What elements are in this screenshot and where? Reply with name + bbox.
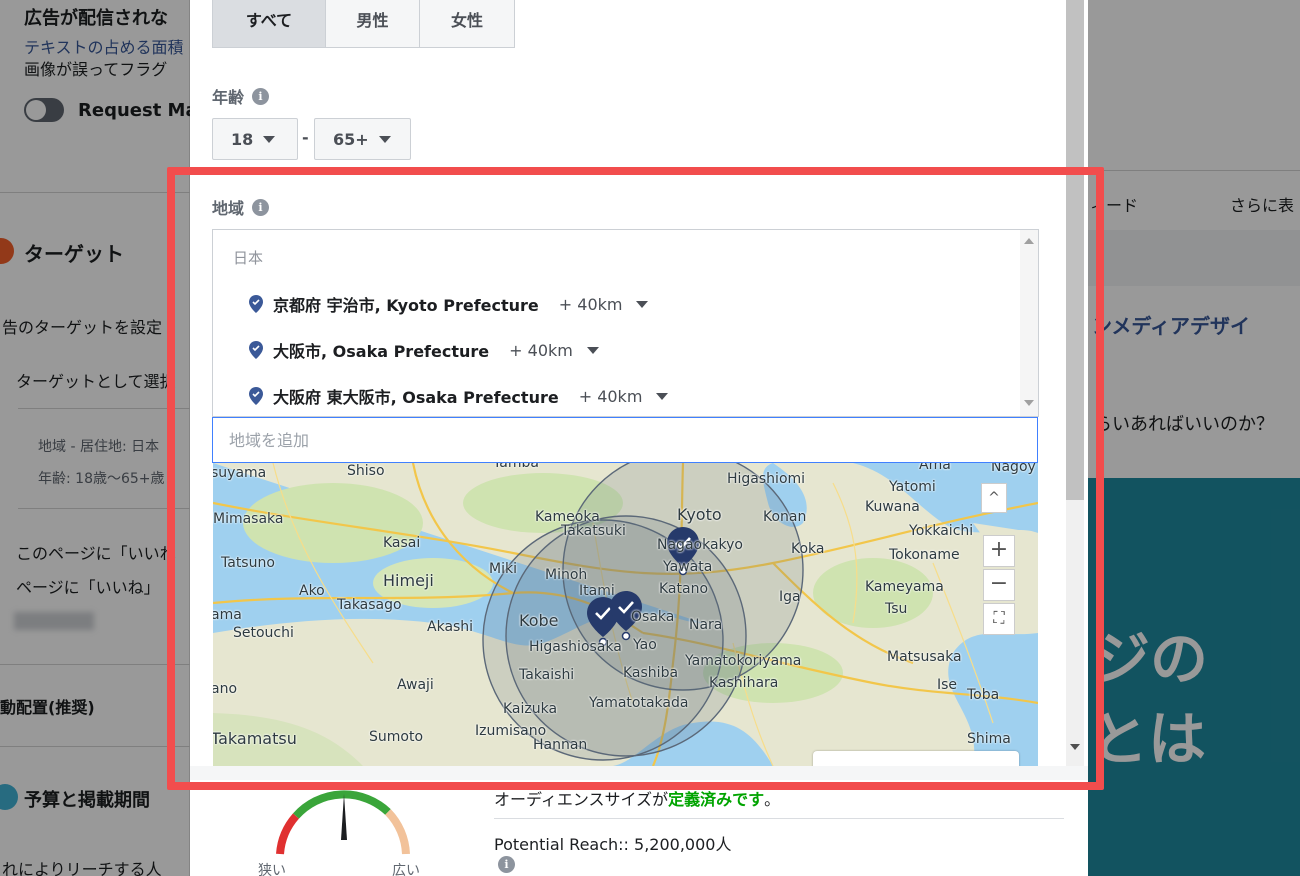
audience-divider xyxy=(494,818,1064,819)
highlight-box xyxy=(167,167,1104,790)
age-label: 年齢 i xyxy=(212,84,270,108)
gender-option-male[interactable]: 男性 xyxy=(326,0,420,47)
age-max-select[interactable]: 65+ xyxy=(314,118,411,160)
chevron-down-icon xyxy=(263,135,276,143)
gender-selector: すべて 男性 女性 xyxy=(212,0,515,48)
gender-option-all[interactable]: すべて xyxy=(213,0,326,47)
age-separator: - xyxy=(302,128,309,147)
gauge-wide-label: 広い xyxy=(392,863,420,876)
audience-status: 定義済みです xyxy=(668,790,765,809)
age-min-select[interactable]: 18 xyxy=(212,118,298,160)
age-label-text: 年齢 xyxy=(212,88,245,107)
potential-reach: Potential Reach:: 5,200,000人 xyxy=(494,835,732,854)
age-max-value: 65+ xyxy=(333,129,369,149)
chevron-down-icon xyxy=(378,135,391,143)
reach-info-icon[interactable]: i xyxy=(498,856,515,873)
gender-option-female[interactable]: 女性 xyxy=(420,0,514,47)
age-min-value: 18 xyxy=(231,129,254,149)
audience-text-prefix: オーディエンスサイズが xyxy=(494,790,669,809)
audience-text-suffix: 。 xyxy=(764,790,781,809)
gauge-narrow-label: 狭い xyxy=(258,863,286,876)
age-info-icon[interactable]: i xyxy=(252,87,270,105)
